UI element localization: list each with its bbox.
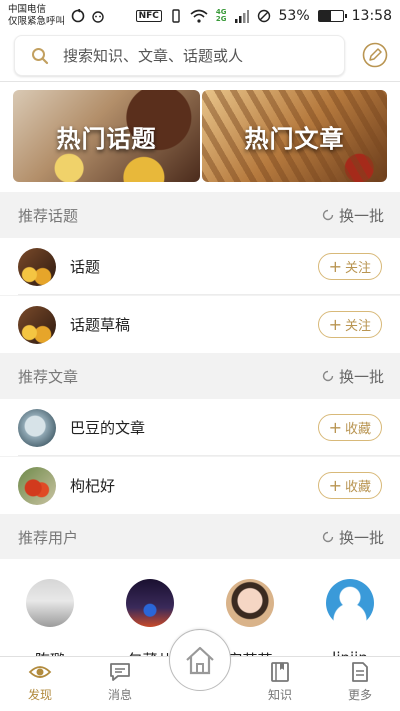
refresh-label: 换一批 (338, 206, 384, 225)
sync-icon (71, 8, 85, 22)
battery-percent: 53% (278, 7, 310, 24)
recommended-articles-header: 推荐文章 换一批 (0, 353, 400, 399)
avatar (226, 579, 274, 627)
status-bar: 中国电信 仅限紧急呼叫 NFC 4G 2G 53% 13:58 (0, 0, 400, 31)
article-thumbnail (18, 408, 56, 447)
plus-icon: + (328, 475, 342, 495)
avatar (26, 579, 74, 627)
book-icon (271, 662, 289, 682)
search-box[interactable] (14, 35, 345, 76)
item-title: 话题 (70, 258, 101, 276)
item-title: 枸杞好 (70, 477, 116, 495)
nav-label: 发现 (27, 688, 52, 702)
plus-icon: + (328, 256, 342, 276)
avatar (326, 579, 374, 627)
favorite-button[interactable]: + 收藏 (317, 472, 382, 499)
refresh-icon (322, 531, 334, 543)
article-thumbnail (18, 466, 56, 505)
hot-topics-title: 热门话题 (56, 124, 157, 153)
refresh-users-button[interactable]: 换一批 (321, 527, 384, 548)
section-title: 推荐话题 (18, 206, 79, 225)
follow-button[interactable]: + 关注 (317, 253, 382, 280)
search-input[interactable] (63, 46, 313, 65)
clock: 13:58 (351, 7, 392, 24)
plus-icon: + (328, 314, 342, 334)
avatar (126, 579, 174, 627)
refresh-label: 换一批 (338, 367, 384, 386)
list-item[interactable]: 话题草稿 + 关注 (0, 296, 400, 353)
topic-thumbnail (18, 247, 56, 286)
carrier-info: 中国电信 仅限紧急呼叫 (8, 4, 65, 28)
carrier-status: 仅限紧急呼叫 (8, 15, 66, 27)
hot-articles-banner[interactable]: 热门文章 (202, 90, 387, 182)
refresh-articles-button[interactable]: 换一批 (321, 366, 384, 387)
no-sim-icon (257, 9, 270, 22)
banner-area: 热门话题 热门文章 (0, 82, 400, 192)
item-title: 话题草稿 (70, 316, 131, 334)
refresh-label: 换一批 (338, 528, 384, 547)
hot-articles-title: 热门文章 (244, 124, 345, 153)
compose-button[interactable] (361, 41, 388, 68)
nav-more[interactable]: 更多 (330, 661, 390, 703)
list-item[interactable]: 巴豆的文章 + 收藏 (0, 399, 400, 456)
nav-knowledge[interactable]: 知识 (250, 661, 310, 703)
hot-topics-banner[interactable]: 热门话题 (13, 90, 200, 182)
document-icon (352, 662, 368, 682)
chat-icon (110, 663, 130, 681)
plus-icon: + (328, 417, 342, 437)
recommended-users-header: 推荐用户 换一批 (0, 514, 400, 560)
home-button[interactable] (169, 629, 231, 691)
search-header (0, 31, 400, 82)
nfc-icon: NFC (135, 9, 162, 22)
home-icon (186, 646, 214, 675)
pencil-circle-icon (362, 42, 387, 67)
carrier-name: 中国电信 (8, 3, 47, 15)
cat-face-icon (92, 10, 104, 23)
nav-label: 知识 (267, 688, 292, 702)
nav-label: 更多 (347, 688, 372, 702)
follow-button[interactable]: + 关注 (317, 311, 382, 338)
nav-discover[interactable]: 发现 (10, 661, 70, 703)
network-type: 4G 2G (215, 7, 227, 23)
vibrate-icon (172, 8, 180, 23)
favorite-button[interactable]: + 收藏 (317, 414, 382, 441)
wifi-icon (190, 9, 208, 23)
topic-thumbnail (18, 305, 56, 344)
battery-icon (317, 9, 347, 22)
refresh-topics-button[interactable]: 换一批 (321, 205, 384, 226)
list-item[interactable]: 枸杞好 + 收藏 (0, 457, 400, 514)
section-title: 推荐文章 (18, 367, 79, 386)
list-item[interactable]: 话题 + 关注 (0, 238, 400, 295)
recommended-topics-header: 推荐话题 换一批 (0, 192, 400, 238)
refresh-icon (322, 370, 334, 382)
nav-messages[interactable]: 消息 (90, 661, 150, 703)
section-title: 推荐用户 (18, 528, 79, 547)
search-icon (32, 47, 49, 64)
nav-label: 消息 (107, 688, 132, 702)
user-card[interactable]: linjin (310, 579, 390, 667)
eye-icon (28, 666, 52, 678)
refresh-icon (322, 209, 334, 221)
signal-icon (234, 9, 249, 23)
item-title: 巴豆的文章 (70, 419, 146, 437)
